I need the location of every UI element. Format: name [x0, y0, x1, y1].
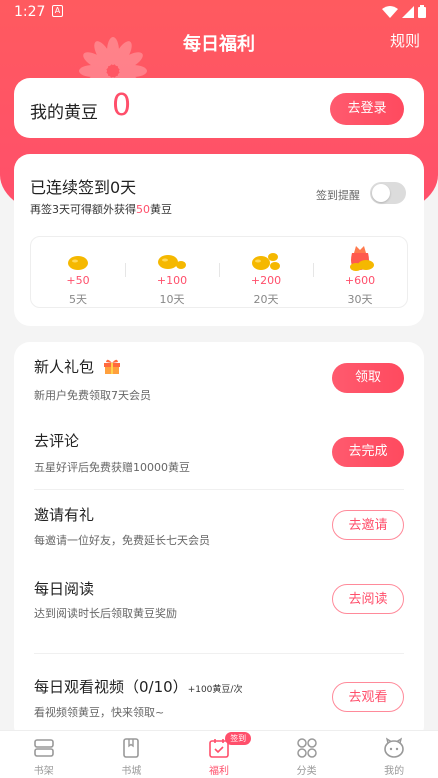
reward-amount: +600	[344, 274, 376, 287]
category-grid-icon	[296, 738, 317, 758]
signal-icon	[402, 5, 414, 18]
remind-toggle[interactable]	[370, 182, 406, 204]
profile-face-icon	[384, 737, 404, 758]
signin-subtitle: 再签3天可得额外获得50黄豆	[30, 201, 172, 217]
tab-label: 分类	[296, 766, 317, 777]
tab-label: 我的	[384, 766, 405, 777]
tab-bookshelf[interactable]: 书架	[0, 731, 88, 778]
task-title-extra: +100黄豆/次	[187, 685, 243, 695]
status-icons	[382, 5, 426, 18]
read-button[interactable]: 去阅读	[332, 584, 404, 614]
tab-category[interactable]: 分类	[263, 731, 351, 778]
task-desc: 五星好评后免费获赠10000黄豆	[34, 461, 190, 474]
tasks-card: 新人礼包 新用户免费领取7天会员 领取 去评论 五星好评后免费获赠10000黄豆…	[14, 342, 424, 742]
task-desc: 看视频领黄豆，快来领取~	[34, 706, 165, 719]
login-button[interactable]: 去登录	[330, 93, 404, 125]
reward-day: 30天	[347, 293, 373, 306]
tab-welfare[interactable]: 福利 签到	[175, 731, 263, 778]
invite-button[interactable]: 去邀请	[332, 510, 404, 540]
tab-label: 书城	[121, 766, 142, 777]
remind-label: 签到提醒	[316, 189, 360, 202]
tab-label: 书架	[33, 766, 54, 777]
reward-day: 5天	[69, 293, 87, 306]
bookstore-icon	[123, 738, 140, 758]
task-desc: 每邀请一位好友，免费延长七天会员	[34, 534, 210, 547]
battery-icon	[418, 5, 426, 18]
my-beans-label: 我的黄豆	[30, 103, 98, 123]
divider	[34, 653, 404, 654]
notification-a-icon: A	[52, 5, 63, 17]
wifi-icon	[382, 5, 398, 18]
task-desc: 新用户免费领取7天会员	[34, 389, 151, 402]
bookshelf-icon	[33, 739, 54, 757]
reward-item: +600 30天	[313, 237, 407, 307]
task-title-text: 每日观看视频（0/10）	[34, 678, 188, 696]
tab-label: 福利	[208, 766, 229, 777]
bean-pile-icon	[252, 253, 280, 270]
bottom-tab-bar: 书架 书城 福利 签到 分类 我的	[0, 730, 438, 778]
claim-button[interactable]: 领取	[332, 363, 404, 393]
divider	[34, 489, 404, 490]
reward-amount: +50	[66, 274, 90, 287]
signin-badge: 签到	[225, 732, 252, 745]
task-title: 新人礼包	[34, 356, 121, 377]
toggle-knob	[372, 184, 390, 202]
signin-subtitle-amount: 50	[136, 203, 150, 216]
gift-icon	[103, 359, 120, 374]
status-time: 1:27	[14, 4, 46, 20]
complete-review-button[interactable]: 去完成	[332, 437, 404, 467]
beans-icon	[158, 255, 186, 269]
reward-day: 10天	[159, 293, 185, 306]
task-title-text: 新人礼包	[34, 358, 95, 376]
reward-milestones: +50 5天 +100 10天 +200 20天 +600 30天	[30, 236, 408, 308]
reward-day: 20天	[253, 293, 279, 306]
tab-bookstore[interactable]: 书城	[88, 731, 176, 778]
bean-bag-icon	[350, 246, 374, 271]
reward-item: +200 20天	[219, 237, 313, 307]
login-card: 我的黄豆 0 去登录	[14, 78, 424, 138]
task-title: 每日阅读	[34, 580, 95, 598]
reward-amount: +200	[250, 274, 282, 287]
bean-count: 0	[112, 88, 132, 123]
task-title: 去评论	[34, 432, 80, 450]
signin-card: 已连续签到0天 再签3天可得额外获得50黄豆 签到提醒 +50 5天 +100 …	[14, 154, 424, 326]
status-bar: 1:27 A	[0, 0, 438, 26]
signin-streak-title: 已连续签到0天	[30, 178, 137, 197]
rules-link[interactable]: 规则	[390, 30, 420, 51]
bean-icon	[68, 256, 88, 270]
reward-item: +100 10天	[125, 237, 219, 307]
signin-subtitle-suffix: 黄豆	[150, 203, 172, 216]
page-title: 每日福利	[183, 34, 255, 55]
task-desc: 达到阅读时长后领取黄豆奖励	[34, 607, 177, 620]
watch-button[interactable]: 去观看	[332, 682, 404, 712]
reward-item: +50 5天	[31, 237, 125, 307]
tab-profile[interactable]: 我的	[350, 731, 438, 778]
task-title: 每日观看视频（0/10）+100黄豆/次	[34, 676, 242, 697]
signin-subtitle-prefix: 再签3天可得额外获得	[30, 203, 136, 216]
task-title: 邀请有礼	[34, 506, 95, 524]
reward-amount: +100	[156, 274, 188, 287]
